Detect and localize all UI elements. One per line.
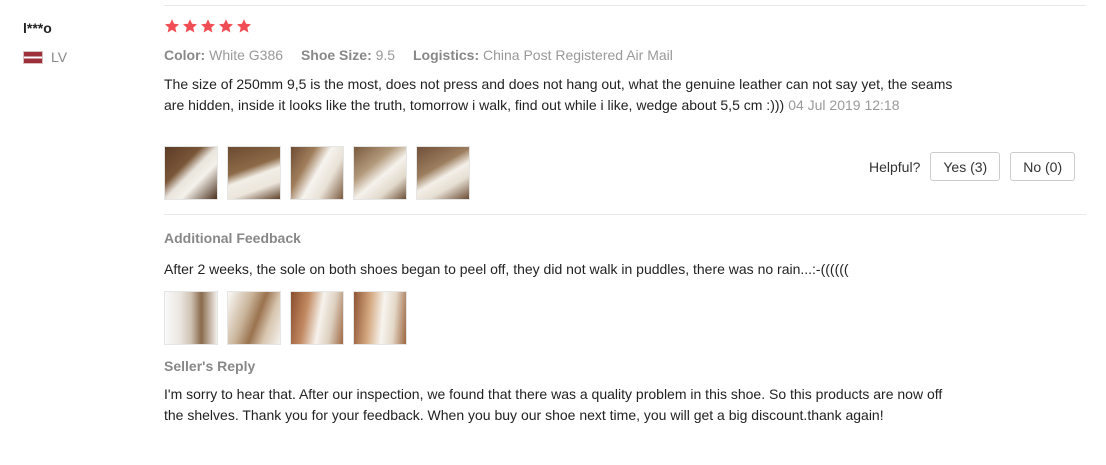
helpful-label: Helpful?: [869, 158, 921, 175]
color-value: White G386: [209, 47, 284, 63]
star-icon: [219, 19, 233, 33]
photo-thumbnail[interactable]: [353, 291, 407, 345]
photo-thumbnail[interactable]: [416, 146, 470, 200]
color-label: Color:: [164, 47, 206, 63]
additional-photos: [164, 291, 407, 345]
size-value: 9.5: [375, 47, 396, 63]
photo-thumbnail[interactable]: [164, 146, 218, 200]
logistics-value: China Post Registered Air Mail: [483, 47, 673, 63]
photo-thumbnail[interactable]: [290, 146, 344, 200]
helpful-yes-button[interactable]: Yes (3): [930, 152, 1001, 181]
helpful-vote: Helpful? Yes (3) No (0): [869, 152, 1085, 181]
star-icon: [183, 19, 197, 33]
helpful-no-button[interactable]: No (0): [1010, 152, 1076, 181]
seller-reply-text: I'm sorry to hear that. After our inspec…: [164, 386, 943, 423]
star-icon: [237, 19, 251, 33]
photo-thumbnail[interactable]: [227, 291, 281, 345]
latvia-flag-icon: [23, 50, 43, 64]
section-divider: [164, 214, 1086, 215]
country-code: LV: [51, 49, 68, 65]
star-rating: [164, 18, 252, 34]
reviewer-country: LV: [23, 49, 67, 65]
review-text: The size of 250mm 9,5 is the most, does …: [164, 74, 974, 116]
star-icon: [165, 19, 179, 33]
additional-feedback-heading: Additional Feedback: [164, 230, 301, 246]
photo-thumbnail[interactable]: [164, 291, 218, 345]
reviewer-name: l***o: [23, 20, 52, 36]
review-photos: [164, 146, 470, 200]
photo-thumbnail[interactable]: [227, 146, 281, 200]
size-label: Shoe Size:: [300, 47, 372, 63]
review-date: 04 Jul 2019 12:18: [788, 97, 900, 113]
logistics-label: Logistics:: [412, 47, 480, 63]
seller-reply-heading: Seller's Reply: [164, 358, 256, 374]
photo-thumbnail[interactable]: [353, 146, 407, 200]
star-icon: [201, 19, 215, 33]
review-meta: Color: White G386 Shoe Size: 9.5 Logisti…: [164, 47, 687, 63]
photo-thumbnail[interactable]: [290, 291, 344, 345]
additional-feedback-text: After 2 weeks, the sole on both shoes be…: [164, 261, 849, 277]
top-divider: [164, 5, 1086, 6]
